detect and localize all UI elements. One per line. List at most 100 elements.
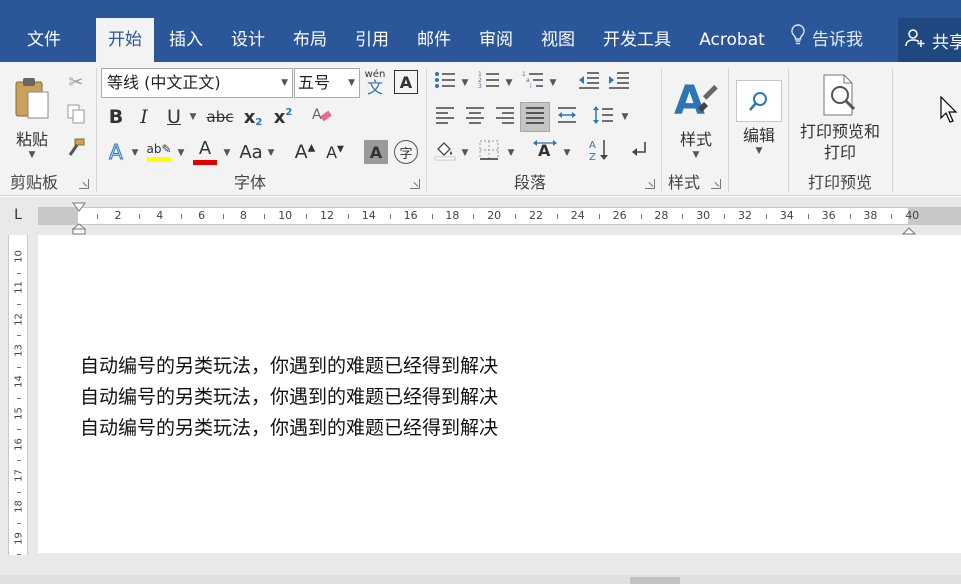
- sort-az-icon: AZ: [588, 138, 610, 166]
- ruler-label: 36: [821, 209, 836, 222]
- styles-launcher-icon[interactable]: [711, 179, 721, 189]
- tab-layout[interactable]: 布局: [282, 18, 338, 62]
- chevron-down-icon[interactable]: ▼: [562, 146, 572, 160]
- scrollbar-thumb[interactable]: [630, 577, 680, 584]
- enclose-characters-button[interactable]: 字: [394, 140, 418, 164]
- multilevel-list-button[interactable]: 1ai: [520, 70, 546, 94]
- ruler-tick: [431, 214, 433, 219]
- increase-indent-button[interactable]: [606, 70, 632, 94]
- chinese-layout-button[interactable]: A: [530, 138, 560, 166]
- bullets-button[interactable]: [432, 70, 458, 94]
- ruler-tick: [97, 214, 99, 219]
- print-preview-button[interactable]: 打印预览和 打印: [792, 68, 888, 168]
- vertical-ruler[interactable]: 10 11 12 13 14 15 16 17 18 19: [8, 235, 28, 556]
- document-area: 10 11 12 13 14 15 16 17 18 19 自动编号的另类玩法，你遇到的难题已经得…: [0, 235, 961, 584]
- align-center-button[interactable]: [462, 104, 488, 130]
- numbering-button[interactable]: 123: [476, 70, 502, 94]
- borders-button[interactable]: [476, 138, 502, 166]
- ruler-tick: [138, 214, 140, 219]
- vertical-ruler-label: 16: [13, 437, 25, 451]
- document-line[interactable]: 自动编号的另类玩法，你遇到的难题已经得到解决: [80, 351, 498, 378]
- text-effects-button[interactable]: A: [102, 138, 130, 166]
- chevron-down-icon[interactable]: ▼: [460, 146, 470, 160]
- chevron-down-icon[interactable]: ▼: [460, 76, 470, 90]
- cut-button[interactable]: ✂: [64, 70, 88, 94]
- first-line-indent-icon[interactable]: [72, 200, 86, 216]
- underline-button[interactable]: U: [162, 104, 186, 130]
- chevron-down-icon[interactable]: ▼: [130, 146, 140, 160]
- align-right-button[interactable]: [492, 104, 518, 130]
- subscript-button[interactable]: x2: [240, 104, 266, 130]
- font-color-button[interactable]: A: [190, 138, 220, 166]
- phonetic-guide-button[interactable]: wén 文: [362, 68, 388, 98]
- document-page[interactable]: 自动编号的另类玩法，你遇到的难题已经得到解决 自动编号的另类玩法，你遇到的难题已…: [38, 235, 961, 553]
- styles-button[interactable]: A 样式 ▼: [668, 68, 724, 168]
- paragraph-launcher-icon[interactable]: [645, 179, 655, 189]
- chevron-down-icon[interactable]: ▼: [222, 146, 232, 160]
- align-center-icon: [465, 106, 485, 128]
- format-painter-button[interactable]: [64, 138, 88, 162]
- tab-view[interactable]: 视图: [530, 18, 586, 62]
- paste-button[interactable]: 粘贴 ▼: [6, 68, 58, 168]
- vertical-ruler-tick: [17, 303, 21, 305]
- font-size-box[interactable]: 五号 ▼: [294, 68, 360, 98]
- ruler-tick: [473, 214, 475, 219]
- tell-me-box[interactable]: 告诉我: [790, 18, 863, 62]
- horizontal-scrollbar[interactable]: [0, 575, 961, 584]
- copy-button[interactable]: [64, 104, 88, 128]
- grow-font-button[interactable]: A▲: [292, 138, 318, 166]
- chevron-down-icon[interactable]: ▼: [176, 146, 186, 160]
- chevron-down-icon[interactable]: ▼: [281, 69, 288, 97]
- show-marks-button[interactable]: [626, 138, 652, 166]
- document-line[interactable]: 自动编号的另类玩法，你遇到的难题已经得到解决: [80, 413, 498, 440]
- sort-button[interactable]: AZ: [586, 138, 612, 166]
- tab-selector-icon[interactable]: L: [8, 205, 28, 225]
- shading-button[interactable]: [432, 138, 458, 166]
- tab-references[interactable]: 引用: [344, 18, 400, 62]
- tab-review[interactable]: 审阅: [468, 18, 524, 62]
- share-button[interactable]: 共享: [898, 18, 961, 62]
- justify-button[interactable]: [520, 102, 550, 132]
- tab-acrobat[interactable]: Acrobat: [690, 18, 774, 62]
- document-line[interactable]: 自动编号的另类玩法，你遇到的难题已经得到解决: [80, 382, 498, 409]
- shrink-font-button[interactable]: A▼: [322, 138, 348, 166]
- font-launcher-icon[interactable]: [410, 179, 420, 189]
- superscript-button[interactable]: x2: [270, 104, 296, 130]
- chevron-down-icon[interactable]: ▼: [504, 76, 514, 90]
- distributed-button[interactable]: [554, 104, 580, 130]
- chevron-down-icon: ▼: [692, 150, 700, 160]
- clear-formatting-button[interactable]: A: [308, 104, 336, 130]
- font-name-box[interactable]: 等线 (中文正文) ▼: [101, 68, 293, 98]
- line-spacing-button[interactable]: [590, 104, 616, 130]
- tab-file[interactable]: 文件: [14, 18, 74, 62]
- chevron-down-icon[interactable]: ▼: [188, 110, 198, 124]
- tab-design[interactable]: 设计: [220, 18, 276, 62]
- chevron-down-icon[interactable]: ▼: [266, 146, 276, 160]
- clipboard-launcher-icon[interactable]: [79, 179, 89, 189]
- ruler-tick: [598, 214, 600, 219]
- decrease-indent-button[interactable]: [576, 70, 602, 94]
- horizontal-ruler[interactable]: 2 4 6 8 10 12 14 16 18 20 22 24 26 28 30 32 34 36 38 40: [38, 207, 961, 225]
- align-left-button[interactable]: [432, 104, 458, 130]
- chevron-down-icon[interactable]: ▼: [548, 76, 558, 90]
- chevron-down-icon[interactable]: ▼: [620, 110, 630, 124]
- vertical-ruler-label: 13: [13, 344, 25, 357]
- mouse-cursor-icon: [940, 95, 958, 128]
- chevron-down-icon[interactable]: ▼: [348, 69, 355, 97]
- tab-insert[interactable]: 插入: [158, 18, 214, 62]
- tab-home[interactable]: 开始: [96, 18, 154, 62]
- change-case-button[interactable]: Aa: [236, 138, 266, 166]
- tab-mailings[interactable]: 邮件: [406, 18, 462, 62]
- tab-developer[interactable]: 开发工具: [592, 18, 682, 62]
- strikethrough-button[interactable]: abc: [204, 104, 236, 130]
- character-shading-button[interactable]: A: [364, 140, 388, 164]
- bold-button[interactable]: B: [104, 104, 128, 130]
- highlight-button[interactable]: ab✎: [144, 138, 174, 166]
- chevron-down-icon[interactable]: ▼: [506, 146, 516, 160]
- editing-button[interactable]: 编辑 ▼: [734, 68, 784, 168]
- styles-group-label: 样式: [667, 173, 700, 192]
- clipboard-group-label: 剪贴板: [9, 173, 58, 192]
- italic-button[interactable]: I: [133, 104, 155, 130]
- character-border-button[interactable]: A: [394, 70, 418, 94]
- enclose-characters-icon: 字: [399, 146, 413, 162]
